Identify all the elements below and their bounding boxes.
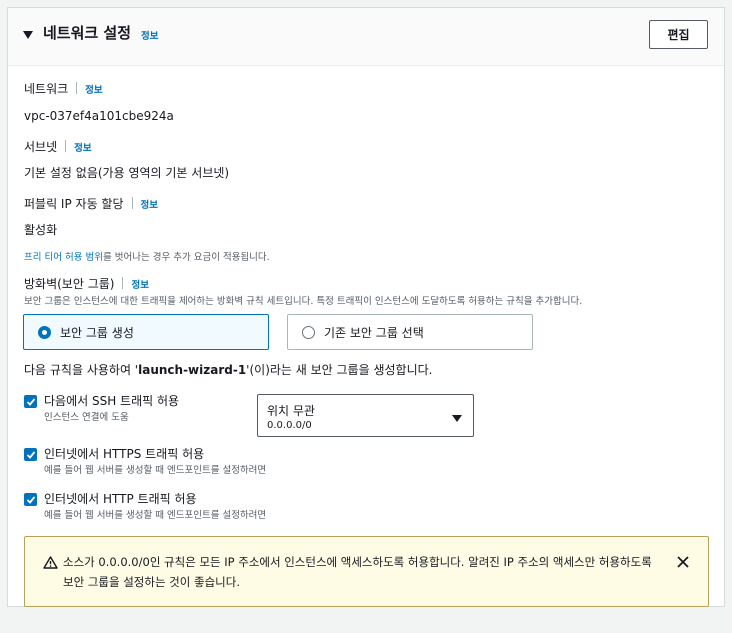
http-rule-description: 예를 들어 웹 서버를 생성할 때 엔드포인트를 설정하려면 — [44, 510, 267, 521]
panel-header: 네트워크 설정 정보 편집 — [8, 8, 724, 66]
network-info-link[interactable]: 정보 — [85, 85, 102, 96]
panel-title: 네트워크 설정 — [43, 24, 132, 42]
free-tier-note: 프리 티어 허용 범위를 벗어나는 경우 추가 요금이 적용됩니다. — [24, 252, 270, 264]
rule-sentence: 다음 규칙을 사용하여 'launch-wizard-1'(이)라는 새 보안 … — [24, 362, 432, 378]
firewall-info-link[interactable]: 정보 — [131, 280, 148, 291]
header-info-link[interactable]: 정보 — [141, 28, 158, 42]
https-checkbox[interactable] — [24, 448, 37, 461]
rule-sentence-prefix: 다음 규칙을 사용하여 ' — [24, 363, 139, 377]
ssh-checkbox[interactable] — [24, 395, 37, 408]
subnet-value: 기본 설정 없음(가용 영역의 기본 서브넷) — [24, 166, 230, 180]
free-tier-note-text: 를 벗어나는 경우 추가 요금이 적용됩니다. — [102, 252, 270, 263]
public-ip-label-row: 퍼블릭 IP 자동 할당 정보 — [24, 196, 158, 212]
network-value: vpc-037ef4a101cbe924a — [24, 109, 174, 123]
radio-selected-icon[interactable] — [38, 325, 51, 339]
network-label-row: 네트워크 정보 — [24, 81, 103, 97]
public-ip-label: 퍼블릭 IP 자동 할당 — [24, 197, 124, 211]
public-ip-value: 활성화 — [24, 223, 58, 237]
http-rule-label: 인터넷에서 HTTP 트래픽 허용 — [44, 492, 197, 506]
network-label: 네트워크 — [24, 82, 69, 96]
https-rule-description: 예를 들어 웹 서버를 생성할 때 엔드포인트를 설정하려면 — [44, 465, 267, 476]
subnet-info-link[interactable]: 정보 — [74, 143, 91, 154]
divider — [131, 197, 133, 209]
http-checkbox[interactable] — [24, 493, 37, 506]
security-group-name: launch-wizard-1 — [138, 363, 247, 377]
subnet-label: 서브넷 — [24, 140, 58, 154]
warning-icon — [43, 556, 58, 572]
check-icon — [26, 495, 35, 504]
ssh-source-selected: 위치 무관 — [267, 404, 315, 418]
caret-down-icon — [451, 412, 463, 426]
edit-button[interactable]: 편집 — [649, 20, 708, 49]
firewall-label-row: 방화벽(보안 그룹) 정보 — [24, 276, 149, 292]
radio-existing-security-group[interactable]: 기존 보안 그룹 선택 — [287, 314, 533, 350]
warning-message: 소스가 0.0.0.0/0인 규칙은 모든 IP 주소에서 인스턴스에 액세스하… — [63, 555, 652, 589]
firewall-label: 방화벽(보안 그룹) — [24, 277, 115, 291]
divider — [65, 140, 67, 152]
radio-unselected-icon[interactable] — [302, 325, 315, 339]
ssh-rule-description: 인스턴스 연결에 도움 — [44, 412, 129, 423]
rule-sentence-suffix: '(이)라는 새 보안 그룹을 생성합니다. — [246, 363, 433, 377]
radio-create-label: 보안 그룹 생성 — [60, 325, 134, 340]
subnet-label-row: 서브넷 정보 — [24, 139, 92, 155]
warning-alert: 소스가 0.0.0.0/0인 규칙은 모든 IP 주소에서 인스턴스에 액세스하… — [24, 536, 709, 607]
public-ip-info-link[interactable]: 정보 — [141, 200, 158, 211]
ssh-source-select[interactable]: 위치 무관 0.0.0.0/0 — [257, 394, 474, 437]
divider — [122, 277, 124, 289]
free-tier-link[interactable]: 프리 티어 허용 범위 — [24, 252, 103, 263]
check-icon — [26, 397, 35, 406]
https-rule-label: 인터넷에서 HTTPS 트래픽 허용 — [44, 447, 205, 461]
radio-create-security-group[interactable]: 보안 그룹 생성 — [23, 314, 269, 350]
ssh-source-cidr: 0.0.0.0/0 — [267, 420, 312, 431]
divider — [76, 82, 78, 94]
network-settings-panel: 네트워크 설정 정보 편집 네트워크 정보 vpc-037ef4a101cbe92… — [7, 7, 725, 607]
radio-existing-label: 기존 보안 그룹 선택 — [324, 325, 424, 340]
close-icon[interactable] — [675, 554, 691, 570]
ssh-rule-label: 다음에서 SSH 트래픽 허용 — [44, 394, 180, 408]
check-icon — [26, 450, 35, 459]
caret-down-icon[interactable] — [22, 29, 34, 43]
firewall-description: 보안 그룹은 인스턴스에 대한 트래픽을 제어하는 방화벽 규칙 세트입니다. … — [24, 296, 583, 307]
